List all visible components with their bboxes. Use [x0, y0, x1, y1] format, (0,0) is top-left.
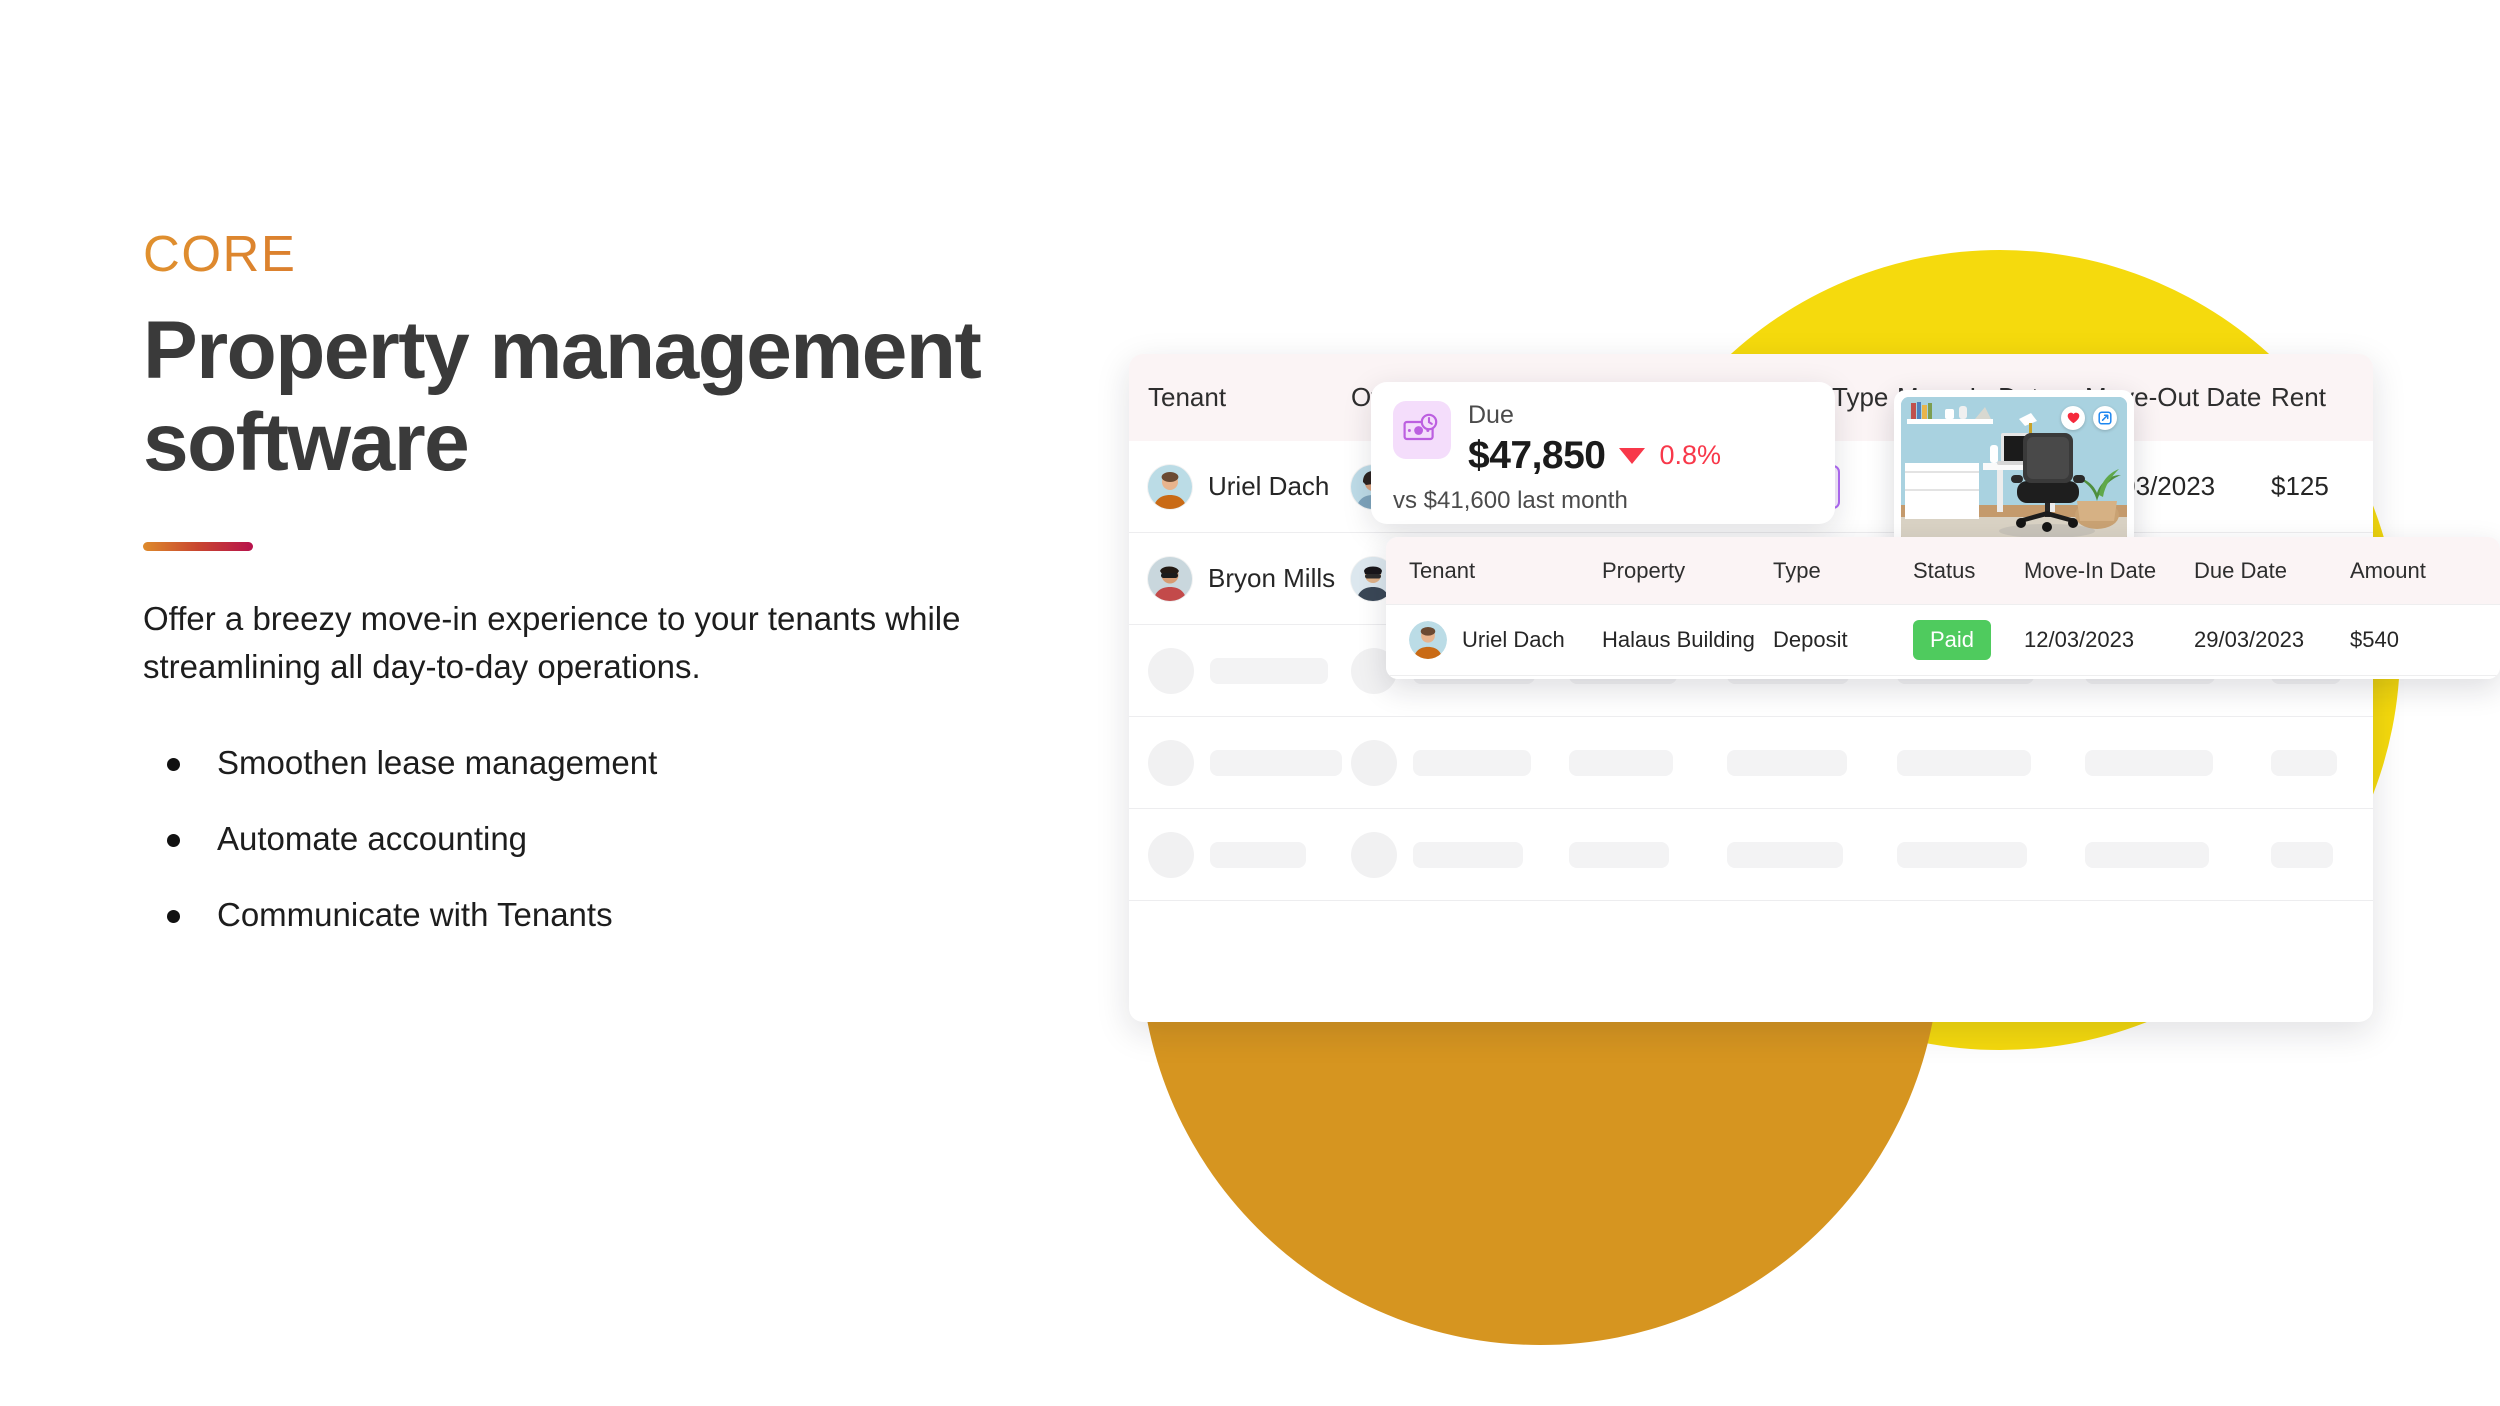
skeleton-bar	[1210, 657, 1328, 684]
column-header-property: Property	[1602, 557, 1686, 583]
skeleton-bar	[1569, 749, 1673, 776]
column-header-status: Status	[1913, 557, 1976, 583]
payment-type: Deposit	[1773, 627, 1848, 652]
skeleton-avatar	[1351, 831, 1397, 878]
trend-down-icon	[1619, 447, 1646, 464]
amount: $540	[2350, 627, 2399, 652]
stat-subtext: vs $41,600 last month	[1393, 487, 1628, 514]
avatar	[1148, 556, 1192, 601]
column-header-due-date: Due Date	[2194, 557, 2287, 583]
bullet-dot-icon	[167, 758, 180, 772]
skeleton-bar	[1727, 749, 1847, 776]
skeleton-avatar	[1148, 739, 1194, 786]
product-image	[1901, 397, 2127, 543]
feature-list: Smoothen lease management Automate accou…	[143, 746, 1223, 931]
list-item-label: Automate accounting	[217, 820, 528, 858]
eyebrow-label: CORE	[143, 228, 1223, 279]
column-header-move-in-date: Move-In Date	[2024, 557, 2157, 583]
heart-icon[interactable]	[2061, 406, 2085, 430]
tenant-name: Uriel Dach	[1462, 627, 1565, 652]
due-date: 29/03/2023	[2194, 627, 2305, 652]
list-item: Communicate with Tenants	[143, 898, 1223, 931]
skeleton-bar	[1897, 749, 2031, 776]
column-header-tenant: Tenant	[1409, 557, 1476, 583]
column-header-tenant: Tenant	[1148, 382, 1227, 412]
due-stat-card: Due $47,850 0.8% vs $41,600 last month	[1371, 382, 1835, 524]
stat-delta: 0.8%	[1659, 440, 1722, 470]
status-badge: Paid	[1913, 620, 1992, 660]
page-title: Property management software	[143, 305, 982, 488]
skeleton-bar	[2085, 749, 2213, 776]
property-name: Halaus Building	[1602, 627, 1755, 652]
hero-copy: CORE Property management software Offer …	[143, 228, 1223, 931]
bullet-dot-icon	[167, 910, 180, 924]
skeleton-bar	[2271, 749, 2337, 776]
avatar	[1148, 464, 1192, 509]
skeleton-bar	[1569, 841, 1669, 868]
avatar	[1409, 621, 1447, 659]
money-clock-icon	[1393, 401, 1451, 459]
skeleton-bar	[1413, 841, 1523, 868]
column-header-amount: Amount	[2350, 557, 2426, 583]
skeleton-bar	[1210, 749, 1342, 776]
skeleton-bar	[1897, 841, 2027, 868]
skeleton-bar	[1727, 841, 1843, 868]
tenant-name: Bryon Mills	[1208, 563, 1336, 593]
move-in-date: 12/03/2023	[2024, 627, 2135, 652]
skeleton-bar	[2085, 841, 2209, 868]
skeleton-bar	[2271, 841, 2333, 868]
table-row-skeleton	[1129, 717, 2373, 809]
bullet-dot-icon	[167, 834, 180, 848]
product-screenshot-collage: Tenant Owners Status Contract Type Move-…	[1129, 0, 2500, 1406]
share-icon[interactable]	[2093, 406, 2117, 430]
skeleton-bar	[1210, 841, 1306, 868]
list-item-label: Smoothen lease management	[217, 744, 658, 782]
tenant-name: Uriel Dach	[1208, 471, 1330, 501]
stat-value: $47,850	[1468, 434, 1606, 477]
table-row[interactable]: Bryon Mills Palatia Lux Rent Mar 2023 (M…	[1386, 675, 2500, 679]
hero-section: CORE Property management software Offer …	[0, 0, 2500, 1406]
column-header-rent: Rent	[2271, 382, 2326, 412]
rent-amount: $125	[2271, 471, 2329, 501]
skeleton-avatar	[1148, 647, 1194, 694]
table-row[interactable]: Uriel Dach Halaus Building Deposit Paid …	[1386, 604, 2500, 675]
table-row-skeleton	[1129, 809, 2373, 901]
stat-label: Due	[1468, 401, 1514, 429]
skeleton-avatar	[1351, 739, 1397, 786]
list-item: Smoothen lease management	[143, 746, 1223, 779]
skeleton-avatar	[1148, 831, 1194, 878]
hero-description: Offer a breezy move-in experience to you…	[143, 599, 961, 686]
payments-table-header: Tenant Property Type Status Move-In Date…	[1386, 537, 2500, 604]
skeleton-bar	[1413, 749, 1531, 776]
list-item-label: Communicate with Tenants	[217, 896, 613, 934]
list-item: Automate accounting	[143, 822, 1223, 855]
accent-divider	[143, 541, 253, 551]
column-header-type: Type	[1773, 557, 1821, 583]
payments-table-card: Tenant Property Type Status Move-In Date…	[1386, 537, 2500, 679]
